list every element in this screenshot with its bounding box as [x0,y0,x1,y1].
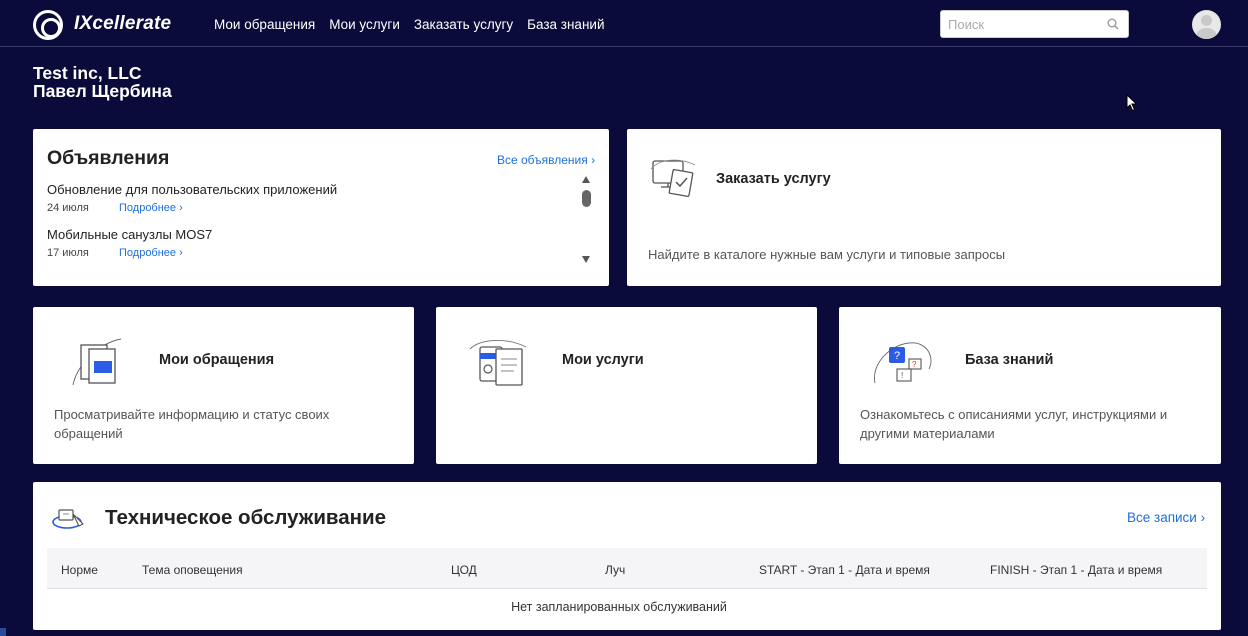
column-header[interactable]: Тема оповещения [142,563,243,577]
logo-icon[interactable] [33,10,63,40]
my-requests-title: Мои обращения [159,352,275,368]
my-services-illustration-icon [469,340,527,386]
maintenance-illustration-icon [52,509,84,529]
knowledge-base-title: База знаний [965,352,1054,368]
column-header[interactable]: Норме [61,563,98,577]
nav-order-service[interactable]: Заказать услугу [414,17,513,32]
order-service-title: Заказать услугу [716,171,831,187]
company-info: Test inc, LLC Павел Щербина [33,64,172,100]
knowledge-base-card[interactable]: ? ? ! База знаний Ознакомьтесь с описани… [839,307,1221,464]
column-header[interactable]: ЦОД [451,563,477,577]
empty-table-message: Нет запланированных обслуживаний [511,600,727,614]
my-services-card[interactable]: Мои услуги [436,307,817,464]
all-records-label: Все записи [1127,510,1197,525]
order-service-illustration-icon [650,159,696,198]
maintenance-table-header: Норме Тема оповещения ЦОД Луч START - Эт… [47,548,1207,589]
avatar-icon[interactable] [1192,10,1221,39]
column-header[interactable]: Луч [605,563,625,577]
announcement-title: Обновление для пользовательских приложен… [47,182,338,197]
search-input[interactable] [948,11,1098,37]
my-requests-card[interactable]: Мои обращения Просматривайте информацию … [33,307,414,464]
search-box [940,10,1129,38]
search-icon[interactable] [1107,18,1119,30]
order-service-card[interactable]: Заказать услугу Найдите в каталоге нужны… [627,129,1221,286]
my-requests-description: Просматривайте информацию и статус своих… [54,407,330,441]
all-records-link[interactable]: Все записи › [1127,510,1205,525]
announcement-date: 24 июля [47,202,89,214]
top-navbar: IXcellerate Мои обращения Мои услуги Зак… [0,0,1248,47]
svg-text:?: ? [894,350,900,362]
announcement-title: Мобильные санузлы MOS7 [47,227,213,242]
user-name: Павел Щербина [33,81,172,101]
nav-my-services[interactable]: Мои услуги [329,17,400,32]
maintenance-title: Техническое обслуживание [105,506,387,529]
announcements-title: Объявления [47,147,170,169]
announcement-more-link[interactable]: Подробнее › [119,247,183,259]
column-header[interactable]: FINISH - Этап 1 - Дата и время [990,563,1162,577]
maintenance-card: Техническое обслуживание Все записи › Но… [33,482,1221,630]
my-services-title: Мои услуги [562,352,644,368]
svg-text:!: ! [901,371,903,380]
chevron-right-icon: › [179,247,183,259]
nav-my-requests[interactable]: Мои обращения [214,17,315,32]
announcements-card: Объявления Все объявления › Обновление д… [33,129,609,286]
main-nav: Мои обращения Мои услуги Заказать услугу… [214,17,604,32]
chevron-right-icon: › [179,202,183,214]
more-label: Подробнее [119,247,177,259]
more-label: Подробнее [119,202,177,214]
announcement-date: 17 июля [47,247,89,259]
chevron-right-icon: › [1200,510,1206,525]
svg-text:?: ? [912,360,917,369]
chevron-right-icon: › [591,153,596,167]
cursor-icon [1126,94,1138,112]
scroll-up-arrow[interactable] [582,176,590,183]
edge-marker [0,628,6,636]
all-announcements-label: Все объявления [497,153,588,167]
brand-name[interactable]: IXcellerate [74,13,171,35]
company-name: Test inc, LLC [33,63,142,83]
announcement-item: Мобильные санузлы MOS7 17 июля Подробнее… [47,227,213,259]
order-service-description: Найдите в каталоге нужные вам услуги и т… [648,247,1006,262]
scroll-down-arrow[interactable] [582,256,590,263]
column-header[interactable]: START - Этап 1 - Дата и время [759,563,930,577]
nav-knowledge-base[interactable]: База знаний [527,17,604,32]
knowledge-base-description: Ознакомьтесь с описаниями услуг, инструк… [860,407,1168,441]
all-announcements-link[interactable]: Все объявления › [497,153,595,167]
my-requests-illustration-icon [72,338,122,386]
scrollbar-thumb[interactable] [582,190,591,207]
announcement-item: Обновление для пользовательских приложен… [47,182,338,214]
announcement-more-link[interactable]: Подробнее › [119,202,183,214]
knowledge-base-illustration-icon: ? ? ! [874,342,932,384]
